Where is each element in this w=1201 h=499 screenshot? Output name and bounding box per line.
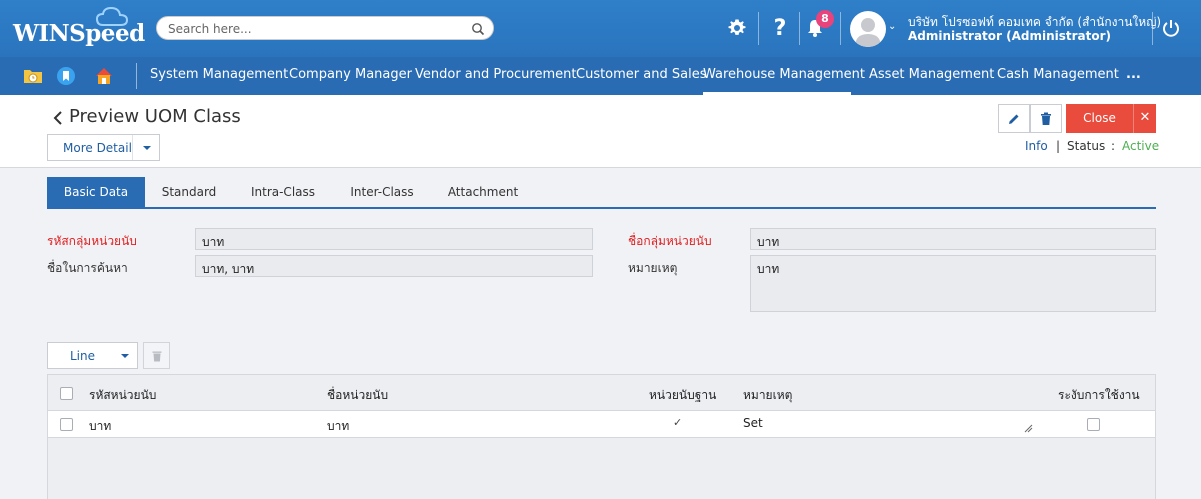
nav-item-more[interactable]: ... bbox=[1126, 57, 1141, 95]
row-unit-name: บาท bbox=[327, 419, 350, 433]
info-link[interactable]: Info bbox=[1025, 139, 1048, 153]
tab-basic-data[interactable]: Basic Data bbox=[47, 177, 145, 207]
info-divider: | bbox=[1056, 139, 1061, 153]
group-code-field[interactable]: บาท bbox=[195, 228, 593, 250]
row-unit-code: บาท bbox=[89, 419, 112, 433]
tab-intra-class[interactable]: Intra-Class bbox=[233, 177, 333, 207]
nav-item-vendor-procurement[interactable]: Vendor and Procurement bbox=[415, 57, 576, 95]
settings-gear-icon[interactable] bbox=[723, 14, 751, 42]
resize-grip-icon[interactable] bbox=[1024, 424, 1033, 433]
notification-count-badge[interactable]: 8 bbox=[816, 10, 834, 28]
row-suspend-checkbox[interactable] bbox=[1087, 418, 1100, 431]
nav-item-asset-management[interactable]: Asset Management bbox=[869, 57, 994, 95]
remark-field[interactable]: บาท bbox=[750, 255, 1156, 312]
col-suspend[interactable]: ระงับการใช้งาน bbox=[1058, 386, 1140, 405]
chevron-down-icon[interactable]: ⌄ bbox=[888, 21, 896, 32]
nav-item-cash-management[interactable]: Cash Management bbox=[997, 57, 1119, 95]
nav-item-customer-sales[interactable]: Customer and Sales bbox=[576, 57, 706, 95]
nav-divider bbox=[136, 63, 137, 89]
tab-standard[interactable]: Standard bbox=[145, 177, 233, 207]
search-name-label: ชื่อในการค้นหา bbox=[47, 261, 128, 275]
more-detail-label: More Detail bbox=[63, 141, 132, 155]
help-question-icon[interactable]: ? bbox=[766, 14, 794, 42]
search-input[interactable] bbox=[168, 21, 458, 37]
col-remark[interactable]: หมายเหตุ bbox=[743, 386, 792, 405]
row-select-checkbox[interactable] bbox=[60, 418, 73, 431]
home-icon[interactable] bbox=[93, 65, 115, 87]
nav-item-company-manager[interactable]: Company Manager bbox=[289, 57, 412, 95]
header-divider bbox=[758, 12, 759, 45]
page-title: Preview UOM Class bbox=[69, 106, 241, 127]
nav-item-warehouse-management[interactable]: Warehouse Management bbox=[703, 57, 865, 95]
power-logout-icon[interactable] bbox=[1157, 14, 1185, 42]
line-dropdown-button[interactable]: Line bbox=[47, 342, 138, 369]
col-unit-name[interactable]: ชื่อหน่วยนับ bbox=[327, 386, 388, 405]
caret-down-icon bbox=[143, 146, 151, 150]
status-label: Status bbox=[1067, 139, 1106, 153]
tab-inter-class[interactable]: Inter-Class bbox=[333, 177, 431, 207]
main-nav: System Management Company Manager Vendor… bbox=[0, 57, 1201, 95]
delete-line-button[interactable] bbox=[143, 342, 170, 369]
group-code-label: รหัสกลุ่มหน่วยนับ bbox=[47, 234, 137, 248]
group-name-field[interactable]: บาท bbox=[750, 228, 1156, 250]
user-avatar[interactable] bbox=[850, 11, 886, 47]
select-all-checkbox[interactable] bbox=[60, 387, 73, 400]
edit-button[interactable] bbox=[998, 104, 1030, 133]
header-divider bbox=[1152, 12, 1153, 45]
group-name-label: ชื่อกลุ่มหน่วยนับ bbox=[628, 234, 712, 248]
close-button[interactable]: Close bbox=[1066, 104, 1133, 133]
search-name-field[interactable]: บาท, บาท bbox=[195, 255, 593, 277]
search-box[interactable] bbox=[156, 16, 494, 40]
tab-bar: Basic Data Standard Intra-Class Inter-Cl… bbox=[47, 177, 1156, 209]
trash-icon bbox=[152, 351, 161, 361]
status-colon: : bbox=[1111, 139, 1116, 153]
remark-label: หมายเหตุ bbox=[628, 261, 678, 275]
col-unit-code[interactable]: รหัสหน่วยนับ bbox=[89, 386, 156, 405]
table-row[interactable]: บาท บาท ✓ Set bbox=[48, 411, 1155, 438]
row-remark[interactable]: Set bbox=[743, 416, 763, 430]
pencil-icon bbox=[1009, 114, 1019, 124]
user-name: Administrator (Administrator) bbox=[908, 29, 1112, 43]
delete-button[interactable] bbox=[1030, 104, 1062, 133]
top-header: WINSpeed ? 8 ⌄ บริษัท โปรซอฟท์ คอมเทค จำ… bbox=[0, 0, 1201, 57]
search-icon[interactable] bbox=[471, 22, 485, 36]
status-value: Active bbox=[1122, 139, 1160, 153]
nav-item-system-management[interactable]: System Management bbox=[150, 57, 288, 95]
user-silhouette-icon bbox=[855, 18, 881, 47]
close-x-icon[interactable]: ✕ bbox=[1133, 104, 1156, 133]
bookmark-icon[interactable] bbox=[55, 65, 77, 87]
back-chevron-icon[interactable] bbox=[52, 111, 64, 125]
row-base-unit-check-icon: ✓ bbox=[673, 416, 683, 429]
caret-down-icon bbox=[121, 354, 129, 358]
trash-icon bbox=[1041, 112, 1051, 125]
tab-attachment[interactable]: Attachment bbox=[431, 177, 535, 207]
app-logo[interactable]: WINSpeed bbox=[13, 20, 145, 47]
dropdown-divider bbox=[132, 135, 133, 160]
unit-lines-grid: รหัสหน่วยนับ ชื่อหน่วยนับ หน่วยนับฐาน หม… bbox=[47, 374, 1156, 499]
header-divider bbox=[799, 12, 800, 45]
col-base-unit[interactable]: หน่วยนับฐาน bbox=[649, 386, 716, 405]
folder-clock-icon[interactable] bbox=[22, 65, 44, 87]
header-divider bbox=[840, 12, 841, 45]
grid-header-row: รหัสหน่วยนับ ชื่อหน่วยนับ หน่วยนับฐาน หม… bbox=[48, 375, 1155, 411]
more-detail-dropdown[interactable]: More Detail bbox=[47, 134, 160, 161]
line-button-label: Line bbox=[70, 349, 96, 363]
